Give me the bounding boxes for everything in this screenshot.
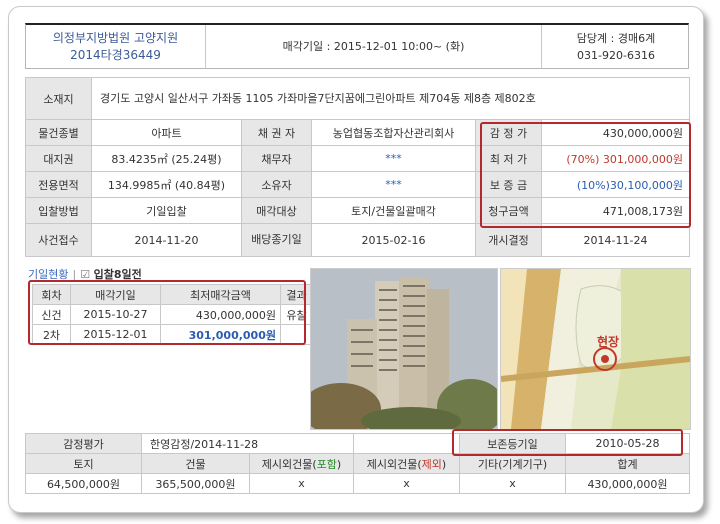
header-building: 건물	[141, 453, 250, 474]
exclusive-area-label: 전용면적	[25, 171, 92, 198]
appraisal-value: 한영감정/2014-11-28	[141, 433, 354, 454]
apartment-building-image	[311, 269, 497, 429]
header-extra-included: 제시외건물(포함)	[249, 453, 354, 474]
header-extra-excluded-prefix: 제시외건물(	[366, 457, 422, 471]
land-value: 64,500,000원	[25, 473, 142, 494]
other-value: x	[459, 473, 566, 494]
history-highlight-box	[28, 280, 306, 345]
department-name: 담당계 : 경매6계	[576, 32, 656, 45]
price-highlight-box	[480, 122, 691, 228]
dividend-deadline-label: 배당종기일	[241, 223, 312, 257]
address-label: 소재지	[25, 77, 92, 120]
address-value: 경기도 고양시 일산서구 가좌동 1105 가좌마을7단지꿈에그린아파트 제70…	[91, 77, 690, 120]
header-other: 기타(기계기구)	[459, 453, 566, 474]
property-type-label: 물건종별	[25, 119, 92, 146]
header-extra-included-prefix: 제시외건물(	[261, 457, 317, 471]
debtor-label: 채무자	[241, 145, 312, 172]
case-number: 2014타경36449	[70, 48, 161, 62]
header-land: 토지	[25, 453, 142, 474]
land-right-value: 83.4235㎡ (25.24평)	[91, 145, 242, 172]
department-info: 담당계 : 경매6계 031-920-6316	[541, 25, 690, 69]
commencement-label: 개시결정	[475, 223, 542, 257]
case-header: 의정부지방법원 고양지원 2014타경36449 매각기일 : 2015-12-…	[25, 23, 689, 69]
auction-date: 매각기일 : 2015-12-01 10:00~ (화)	[282, 40, 465, 53]
header-excluded-word: 제외	[421, 457, 442, 471]
sale-target-label: 매각대상	[241, 197, 312, 224]
owner-value[interactable]: ***	[311, 171, 476, 198]
map-site-label: 현장	[597, 335, 620, 349]
total-value: 430,000,000원	[565, 473, 690, 494]
extra-excluded-value: x	[353, 473, 460, 494]
registration-highlight-box	[452, 429, 683, 456]
land-right-label: 대지권	[25, 145, 92, 172]
creditor-label: 채 권 자	[241, 119, 312, 146]
appraisal-label: 감정평가	[25, 433, 142, 454]
department-phone: 031-920-6316	[577, 49, 655, 62]
dividend-deadline-value: 2015-02-16	[311, 223, 476, 257]
case-received-label: 사건접수	[25, 223, 92, 257]
property-type-value: 아파트	[91, 119, 242, 146]
map-image	[501, 269, 690, 429]
bid-method-label: 입찰방법	[25, 197, 92, 224]
sale-target-value: 토지/건물일괄매각	[311, 197, 476, 224]
court-name: 의정부지방법원 고양지원	[52, 31, 179, 45]
header-extra-included-suffix: )	[336, 457, 342, 471]
commencement-value: 2014-11-24	[541, 223, 690, 257]
creditor-value: 농업협동조합자산관리회사	[311, 119, 476, 146]
debtor-value[interactable]: ***	[311, 145, 476, 172]
exclusive-area-value: 134.9985㎡ (40.84평)	[91, 171, 242, 198]
header-extra-excluded: 제시외건물(제외)	[353, 453, 460, 474]
building-value: 365,500,000원	[141, 473, 250, 494]
building-photo[interactable]	[310, 268, 498, 430]
court-info: 의정부지방법원 고양지원 2014타경36449	[26, 25, 206, 69]
header-total: 합계	[565, 453, 690, 474]
header-extra-excluded-suffix: )	[441, 457, 447, 471]
header-included-word: 포함	[316, 457, 337, 471]
case-received-value: 2014-11-20	[91, 223, 242, 257]
location-map[interactable]: 현장	[500, 268, 691, 430]
owner-label: 소유자	[241, 171, 312, 198]
bid-method-value: 기일입찰	[91, 197, 242, 224]
extra-included-value: x	[249, 473, 354, 494]
